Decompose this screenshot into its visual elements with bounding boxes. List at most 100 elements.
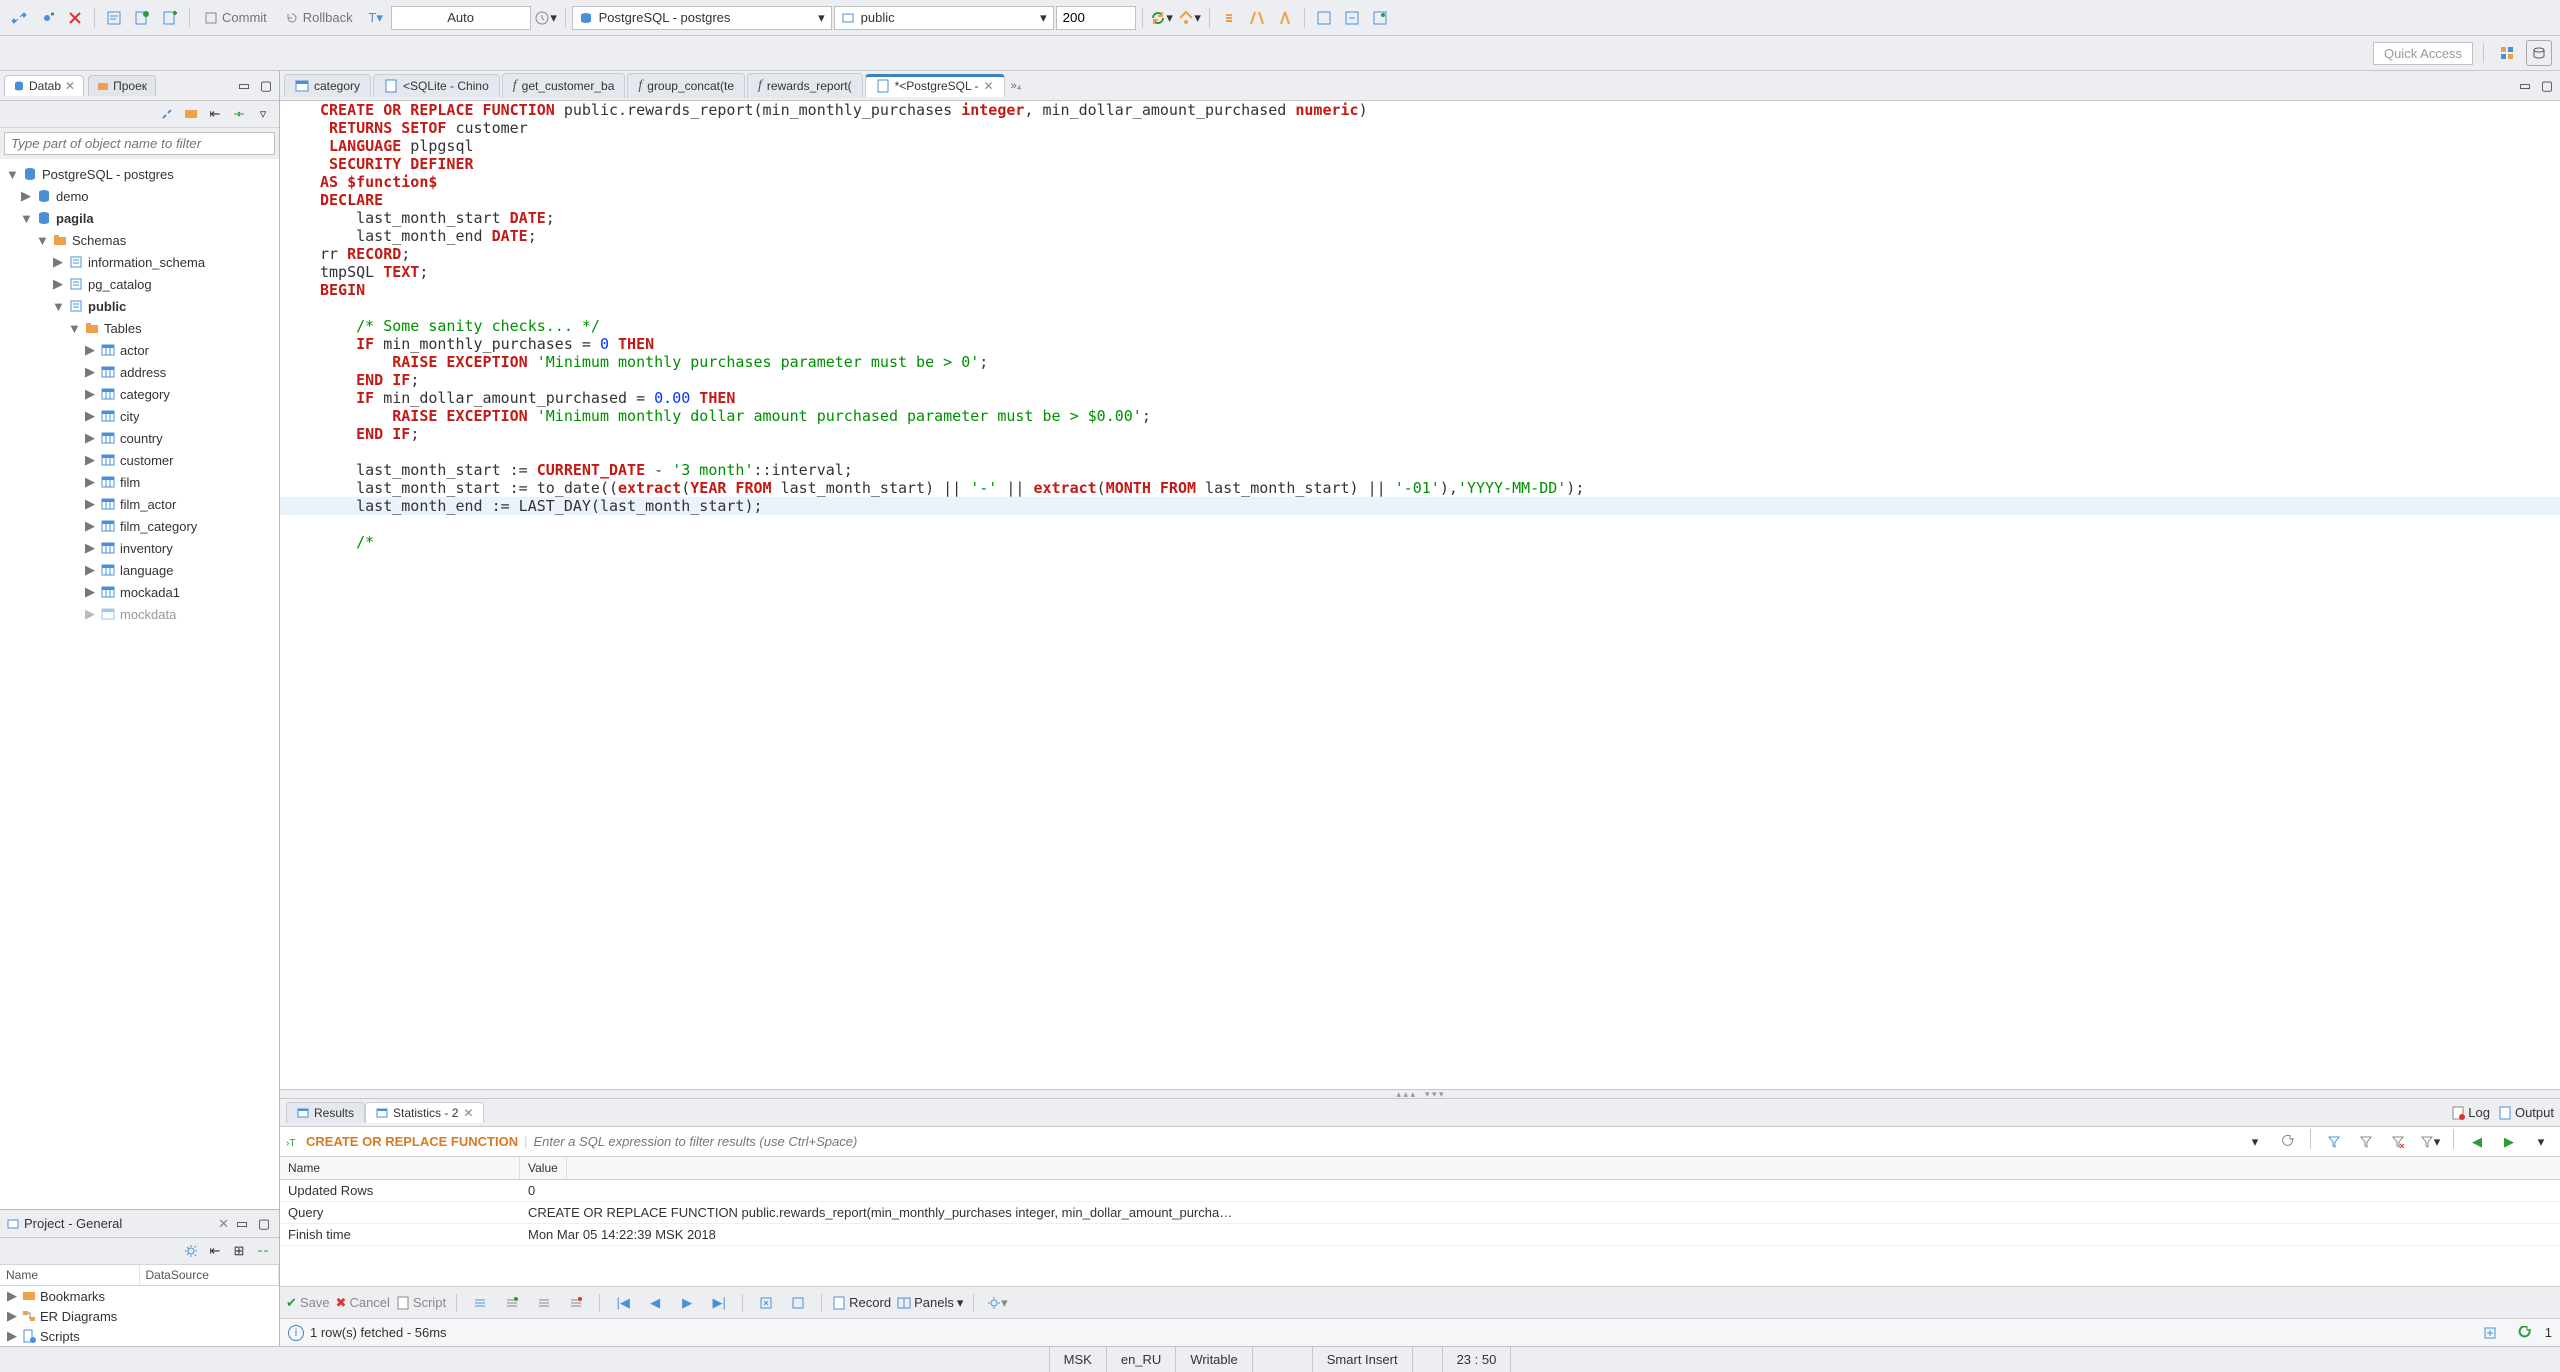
export-icon[interactable] <box>2477 1320 2503 1346</box>
link-icon[interactable] <box>253 1241 273 1261</box>
filter-add-icon[interactable] <box>2353 1129 2379 1155</box>
maximize-icon[interactable]: ▢ <box>257 77 275 95</box>
table-row[interactable]: ▶mockada1 <box>0 581 279 603</box>
table-row[interactable]: ▶film <box>0 471 279 493</box>
tree-schema-pg[interactable]: ▶pg_catalog <box>0 273 279 295</box>
table-row[interactable]: ▶country <box>0 427 279 449</box>
history-icon[interactable]: ▾ <box>533 5 559 31</box>
tab-category[interactable]: category <box>284 74 371 97</box>
sql-editor-new-icon[interactable] <box>129 5 155 31</box>
table-row[interactable]: ▶customer <box>0 449 279 471</box>
table-row[interactable]: ▶inventory <box>0 537 279 559</box>
nav-menu-icon[interactable]: ▾ <box>2528 1129 2554 1155</box>
table-row[interactable]: ▶language <box>0 559 279 581</box>
refresh-icon[interactable]: ▾ <box>1149 5 1175 31</box>
project-item-scripts[interactable]: ▶Scripts <box>0 1326 279 1346</box>
script-button[interactable]: Script <box>396 1295 446 1310</box>
filter-icon[interactable] <box>2321 1129 2347 1155</box>
rollback-button[interactable]: Rollback <box>277 5 361 31</box>
table-row[interactable]: ▶city <box>0 405 279 427</box>
close-icon[interactable]: ✕ <box>463 1106 473 1120</box>
perspective-db-icon[interactable] <box>2526 40 2552 66</box>
link-icon[interactable] <box>1216 5 1242 31</box>
editor-results-sash[interactable]: ▴ ▴ ▴ ▾ ▾ ▾ <box>280 1090 2560 1098</box>
next-icon[interactable]: ▶ <box>674 1290 700 1316</box>
output-button[interactable]: Output <box>2498 1105 2554 1120</box>
sql-editor-recent-icon[interactable] <box>157 5 183 31</box>
folder-mini-icon[interactable] <box>181 104 201 124</box>
results-filter-input[interactable] <box>534 1134 2237 1149</box>
commit-button[interactable]: Commit <box>196 5 275 31</box>
more-tabs-indicator[interactable]: »₄ <box>1011 80 1022 92</box>
add-row-icon[interactable] <box>499 1290 525 1316</box>
collapse-mini-icon[interactable]: ⇤ <box>205 104 225 124</box>
tab-statistics[interactable]: Statistics - 2✕ <box>365 1102 484 1123</box>
stats-row[interactable]: Finish timeMon Mar 05 14:22:39 MSK 2018 <box>280 1224 2560 1246</box>
schema-combo[interactable]: public▾ <box>834 6 1054 30</box>
connect-icon[interactable] <box>6 5 32 31</box>
maximize-icon[interactable]: ▢ <box>255 1215 273 1233</box>
row-limit-input[interactable] <box>1056 6 1136 30</box>
close-icon[interactable]: ✕ <box>65 79 75 93</box>
panels-button[interactable]: Panels ▾ <box>897 1295 963 1311</box>
tree-db-pagila[interactable]: ▼pagila <box>0 207 279 229</box>
cancel-button[interactable]: ✖Cancel <box>336 1295 390 1311</box>
tx-mode-combo[interactable]: Auto <box>391 6 531 30</box>
explain-icon[interactable] <box>1367 5 1393 31</box>
project-item-er[interactable]: ▶ER Diagrams <box>0 1306 279 1326</box>
table-row[interactable]: ▶actor <box>0 339 279 361</box>
table-row[interactable]: ▶category <box>0 383 279 405</box>
stats-row[interactable]: Updated Rows0 <box>280 1180 2560 1202</box>
connection-combo[interactable]: PostgreSQL - postgres▾ <box>572 6 832 30</box>
tree-schema-public[interactable]: ▼public <box>0 295 279 317</box>
close-icon[interactable]: ✕ <box>218 1216 229 1232</box>
execute-script-icon[interactable] <box>1272 5 1298 31</box>
filter-dropdown-icon[interactable]: ▾ <box>2242 1129 2268 1155</box>
connect-mini-icon[interactable] <box>157 104 177 124</box>
view-menu-icon[interactable]: ▿ <box>253 104 273 124</box>
nav-next-icon[interactable]: ▶ <box>2496 1129 2522 1155</box>
filter-menu-icon[interactable]: ▾ <box>2417 1129 2443 1155</box>
tree-schema-info[interactable]: ▶information_schema <box>0 251 279 273</box>
minimize-icon[interactable]: ▭ <box>233 1215 251 1233</box>
stats-row[interactable]: QueryCREATE OR REPLACE FUNCTION public.r… <box>280 1202 2560 1224</box>
tree-tables-folder[interactable]: ▼Tables <box>0 317 279 339</box>
expand-icon[interactable]: ⊞ <box>229 1241 249 1261</box>
tab-postgresql-active[interactable]: *<PostgreSQL -✕ <box>865 74 1005 97</box>
expand-icon[interactable] <box>753 1290 779 1316</box>
table-row[interactable]: ▶address <box>0 361 279 383</box>
tab-projects[interactable]: Проек <box>88 75 156 96</box>
table-row[interactable]: ▶film_category <box>0 515 279 537</box>
prev-icon[interactable]: ◀ <box>642 1290 668 1316</box>
prev-query-icon[interactable] <box>1311 5 1337 31</box>
tab-sqlite[interactable]: <SQLite - Chino <box>373 74 500 97</box>
minimize-icon[interactable]: ▭ <box>235 77 253 95</box>
tab-group-concat[interactable]: fgroup_concat(te <box>627 73 745 98</box>
tab-get-customer[interactable]: fget_customer_ba <box>502 73 626 98</box>
gear-icon[interactable] <box>181 1241 201 1261</box>
minimize-icon[interactable]: ▭ <box>2516 77 2534 95</box>
refresh-results-icon[interactable] <box>2511 1320 2537 1346</box>
table-row[interactable]: ▶film_actor <box>0 493 279 515</box>
tab-database-navigator[interactable]: Datab✕ <box>4 75 84 96</box>
tree-connection[interactable]: ▼PostgreSQL - postgres <box>0 163 279 185</box>
tree-db-demo[interactable]: ▶demo <box>0 185 279 207</box>
sql-editor-icon[interactable] <box>101 5 127 31</box>
quick-access-button[interactable]: Quick Access <box>2373 42 2473 65</box>
record-button[interactable]: Record <box>832 1295 891 1310</box>
sql-editor[interactable]: CREATE OR REPLACE FUNCTION public.reward… <box>280 101 2560 1090</box>
duplicate-row-icon[interactable] <box>531 1290 557 1316</box>
link-editor-icon[interactable] <box>229 104 249 124</box>
next-query-icon[interactable] <box>1339 5 1365 31</box>
tab-rewards-report[interactable]: frewards_report( <box>747 73 863 98</box>
collapse-icon[interactable]: ⇤ <box>205 1241 225 1261</box>
disconnect-icon[interactable] <box>62 5 88 31</box>
tree-filter-input[interactable] <box>4 132 275 155</box>
gear-icon[interactable]: ▾ <box>984 1290 1010 1316</box>
table-row[interactable]: ▶mockdata <box>0 603 279 625</box>
first-icon[interactable]: |◀ <box>610 1290 636 1316</box>
edit-mode-icon[interactable] <box>467 1290 493 1316</box>
tab-results[interactable]: Results <box>286 1102 365 1123</box>
close-icon[interactable]: ✕ <box>984 79 994 93</box>
perspective-icon[interactable] <box>2494 40 2520 66</box>
